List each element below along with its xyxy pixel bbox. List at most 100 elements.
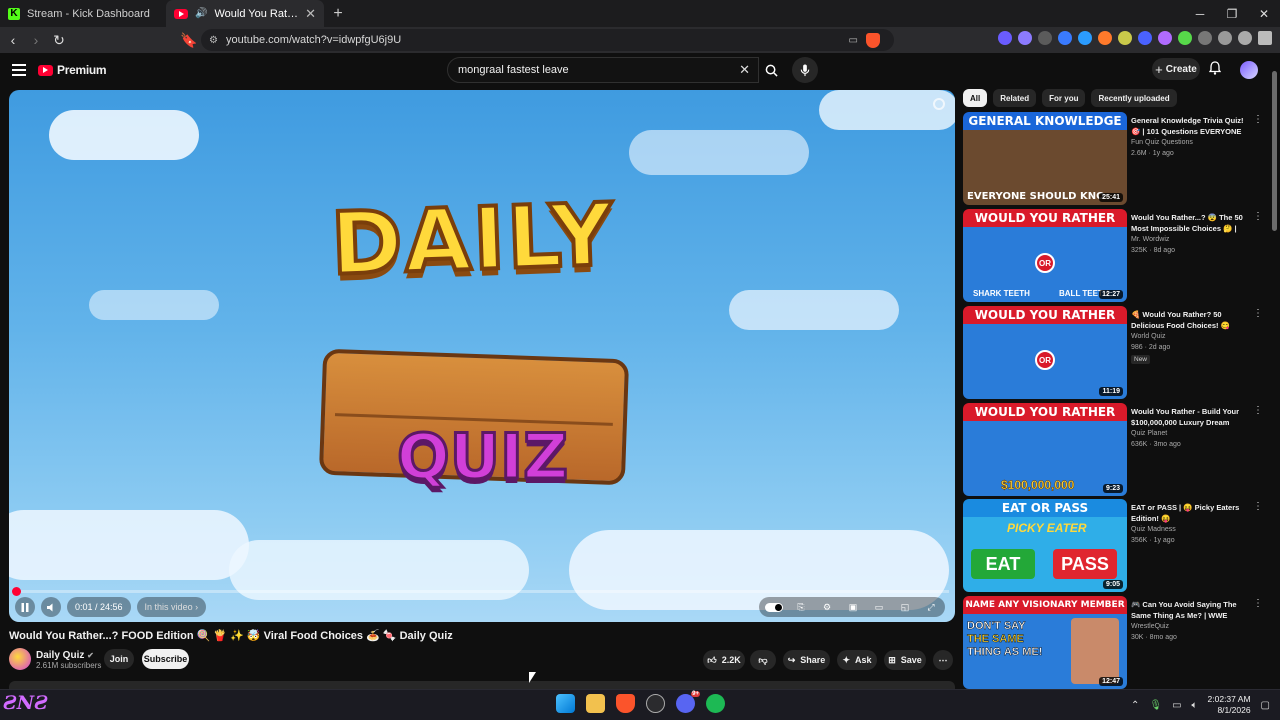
close-window-icon[interactable]: ✕ [1248, 0, 1280, 27]
spotify-icon[interactable] [706, 694, 725, 713]
search-input[interactable]: mongraal fastest leave ✕ [447, 57, 759, 83]
extension-icon[interactable] [1178, 31, 1192, 45]
ask-button[interactable]: ✦ Ask [837, 650, 877, 670]
dislike-button[interactable]: 👎︎ [750, 650, 776, 670]
cast-icon[interactable]: ◱ [897, 600, 913, 614]
tab-youtube-video[interactable]: 🔊 Would You Rather...? FOOD Edition ✕ [166, 0, 324, 27]
recommendation-title[interactable]: EAT or PASS | 😝 Picky Eaters Edition! 😝 [1131, 502, 1251, 524]
minimize-icon[interactable]: ─ [1184, 0, 1216, 27]
brave-shield-icon[interactable] [866, 32, 880, 48]
search-button[interactable] [760, 57, 782, 83]
extension-icon[interactable] [1058, 31, 1072, 45]
restore-icon[interactable]: ❐ [1216, 0, 1248, 27]
recommendation-channel[interactable]: Mr. Wordwiz [1131, 236, 1169, 243]
chip-related[interactable]: Related [993, 89, 1037, 107]
account-avatar[interactable] [1240, 61, 1258, 79]
recommendation-card[interactable]: GENERAL KNOWLEDGE EVERYONE SHOULD KNO 25:4… [963, 112, 1268, 205]
extension-icon[interactable] [1038, 31, 1052, 45]
chevron-up-icon[interactable]: ⌃ [1131, 700, 1139, 711]
speaker-tray-icon[interactable]: 🔈︎ [1192, 700, 1198, 711]
recommendation-channel[interactable]: Quiz Planet [1131, 430, 1167, 437]
cast-icon[interactable]: ▭ [849, 35, 858, 46]
more-vertical-icon[interactable]: ⋮ [1253, 114, 1263, 125]
forward-icon[interactable]: › [26, 30, 46, 50]
save-button[interactable]: ⊞ Save [884, 650, 926, 670]
notification-center-icon[interactable]: ▢ [1261, 700, 1270, 711]
recommendation-card[interactable]: NAME ANY VISIONARY MEMBER DON'T SAY THE SA… [963, 596, 1268, 689]
channel-name-text[interactable]: Daily Quiz [36, 650, 84, 661]
url-text[interactable]: youtube.com/watch?v=idwpfgU6j9U [226, 34, 841, 46]
video-thumbnail[interactable]: WOULD YOU RATHER $100,000,000 9:23 [963, 403, 1127, 496]
more-vertical-icon[interactable]: ⋮ [1253, 405, 1263, 416]
brave-browser-icon[interactable] [616, 694, 635, 713]
recommendation-channel[interactable]: Fun Quiz Questions [1131, 139, 1193, 146]
more-vertical-icon[interactable]: ⋮ [1253, 501, 1263, 512]
like-button[interactable]: 👍︎ 2.2K [703, 650, 745, 670]
channel-avatar[interactable] [9, 648, 31, 670]
join-button[interactable]: Join [104, 649, 134, 669]
sidebar-scrollbar[interactable] [1271, 55, 1278, 688]
autoplay-toggle[interactable] [765, 602, 783, 612]
hamburger-menu-icon[interactable] [12, 64, 26, 79]
video-thumbnail[interactable]: WOULD YOU RATHER SHARK TEETH BALL TEETH OR 1… [963, 209, 1127, 302]
reload-icon[interactable]: ↻ [49, 30, 69, 50]
more-vertical-icon[interactable]: ⋮ [1253, 308, 1263, 319]
extension-icon[interactable] [1078, 31, 1092, 45]
recommendation-channel[interactable]: Quiz Madness [1131, 526, 1176, 533]
obs-icon[interactable] [646, 694, 665, 713]
site-info-icon[interactable]: ⚙ [209, 35, 218, 46]
file-explorer-icon[interactable] [586, 694, 605, 713]
recommendation-channel[interactable]: World Quiz [1131, 333, 1166, 340]
ai-sparkle-icon[interactable] [1238, 31, 1252, 45]
scrubber-handle[interactable] [11, 587, 21, 596]
fullscreen-icon[interactable]: ⤢ [923, 600, 939, 614]
recommendation-card[interactable]: EAT OR PASS PICKY EATER EAT PASS 9:05 EAT or … [963, 499, 1268, 592]
recommendation-title[interactable]: Would You Rather - Build Your $100,000,0… [1131, 406, 1251, 428]
clear-search-icon[interactable]: ✕ [739, 62, 750, 78]
extension-icon[interactable] [1098, 31, 1112, 45]
video-player[interactable]: DAILY QUIZ 0:01 / 24:56 In this video › … [9, 90, 955, 622]
menu-icon[interactable] [1258, 31, 1272, 45]
youtube-logo[interactable]: Premium [38, 63, 107, 77]
discord-icon[interactable]: 9+ [676, 691, 700, 713]
close-tab-icon[interactable]: ✕ [305, 6, 316, 22]
recommendation-title[interactable]: General Knowledge Trivia Quiz! 🎯 | 101 Q… [1131, 115, 1251, 137]
recommendation-card[interactable]: WOULD YOU RATHER $100,000,000 9:23 Would Yo… [963, 403, 1268, 496]
microphone-tray-icon[interactable]: 🎙︎ [1149, 700, 1162, 711]
new-tab-button[interactable]: + [324, 0, 352, 27]
puzzle-icon[interactable] [1198, 31, 1212, 45]
progress-bar[interactable] [11, 587, 949, 596]
windows-start-icon[interactable] [556, 694, 575, 713]
captions-icon[interactable]: ⎘ [793, 600, 809, 614]
share-button[interactable]: ↪ Share [783, 650, 830, 670]
notifications-bell-icon[interactable] [1209, 61, 1221, 75]
extension-icon[interactable] [1118, 31, 1132, 45]
search-value[interactable]: mongraal fastest leave [458, 64, 569, 76]
settings-gear-icon[interactable]: ⚙ [819, 600, 835, 614]
recommendation-card[interactable]: WOULD YOU RATHER SHARK TEETH BALL TEETH OR 1… [963, 209, 1268, 302]
more-vertical-icon[interactable]: ⋮ [1253, 211, 1263, 222]
recommendation-channel[interactable]: WrestleQuiz [1131, 623, 1169, 630]
miniplayer-icon[interactable]: ▣ [845, 600, 861, 614]
address-bar[interactable]: ⚙ youtube.com/watch?v=idwpfgU6j9U ▭ [201, 29, 894, 51]
recommendation-title[interactable]: Would You Rather...? 😨 The 50 Most Impos… [1131, 212, 1251, 234]
create-button[interactable]: + Create [1152, 58, 1200, 80]
more-actions-button[interactable]: ⋯ [933, 650, 953, 670]
chip-for-you[interactable]: For you [1042, 89, 1086, 107]
chip-recently-uploaded[interactable]: Recently uploaded [1091, 89, 1177, 107]
recommendation-title[interactable]: 🎮 Can You Avoid Saying The Same Thing As… [1131, 599, 1251, 621]
volume-button[interactable] [41, 597, 61, 617]
video-thumbnail[interactable]: GENERAL KNOWLEDGE EVERYONE SHOULD KNO 25:4… [963, 112, 1127, 205]
video-thumbnail[interactable]: WOULD YOU RATHER OR 11:19 [963, 306, 1127, 399]
video-thumbnail[interactable]: EAT OR PASS PICKY EATER EAT PASS 9:05 [963, 499, 1127, 592]
description-box[interactable] [9, 681, 955, 689]
music-icon[interactable] [1218, 31, 1232, 45]
scrollbar-thumb[interactable] [1272, 71, 1277, 231]
tab-kick-dashboard[interactable]: K Stream - Kick Dashboard [0, 0, 166, 27]
channel-name[interactable]: Daily Quiz ✔ [36, 650, 94, 661]
system-clock[interactable]: 2:02:37 AM 8/1/2026 [1208, 694, 1251, 716]
extension-icon[interactable] [1138, 31, 1152, 45]
network-icon[interactable]: ▭ [1172, 700, 1181, 711]
recommendation-card[interactable]: WOULD YOU RATHER OR 11:19 🍕 Would You Rathe… [963, 306, 1268, 399]
extension-icon[interactable] [998, 31, 1012, 45]
